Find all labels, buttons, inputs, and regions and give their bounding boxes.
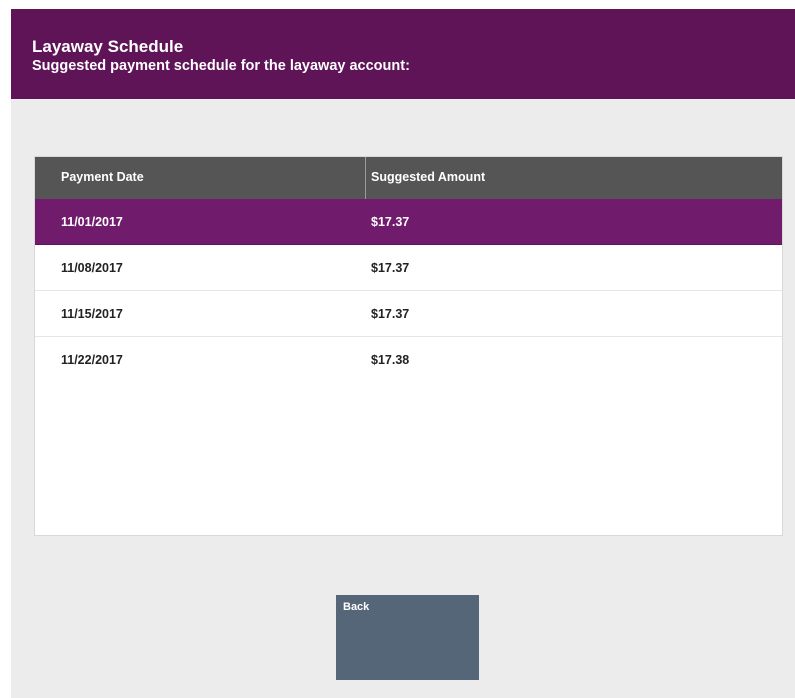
suggested-amount-cell: $17.37	[371, 307, 410, 321]
layaway-schedule-screen: Layaway Schedule Suggested payment sched…	[11, 9, 795, 698]
table-body: 11/01/2017 $17.37 11/08/2017 $17.37 11/1…	[35, 199, 782, 383]
column-header-payment-date[interactable]: Payment Date	[61, 170, 144, 184]
suggested-amount-cell: $17.37	[371, 261, 410, 275]
payment-schedule-table: Payment Date Suggested Amount 11/01/2017…	[34, 156, 783, 536]
column-header-suggested-amount[interactable]: Suggested Amount	[371, 170, 485, 184]
table-row[interactable]: 11/22/2017 $17.38	[35, 337, 782, 383]
suggested-amount-cell: $17.37	[371, 215, 410, 229]
payment-date-cell: 11/08/2017	[61, 261, 123, 275]
table-row[interactable]: 11/15/2017 $17.37	[35, 291, 782, 337]
back-button[interactable]: Back	[336, 595, 479, 680]
table-row[interactable]: 11/01/2017 $17.37	[35, 199, 782, 245]
page-title: Layaway Schedule	[32, 37, 184, 56]
payment-date-cell: 11/01/2017	[61, 215, 123, 229]
column-divider	[365, 157, 366, 199]
payment-date-cell: 11/15/2017	[61, 307, 123, 321]
table-row[interactable]: 11/08/2017 $17.37	[35, 245, 782, 291]
back-button-label: Back	[343, 601, 370, 613]
table-header: Payment Date Suggested Amount	[35, 157, 782, 199]
header-bar: Layaway Schedule Suggested payment sched…	[11, 9, 795, 99]
payment-date-cell: 11/22/2017	[61, 353, 123, 367]
page-subtitle: Suggested payment schedule for the layaw…	[32, 58, 410, 74]
suggested-amount-cell: $17.38	[371, 353, 410, 367]
